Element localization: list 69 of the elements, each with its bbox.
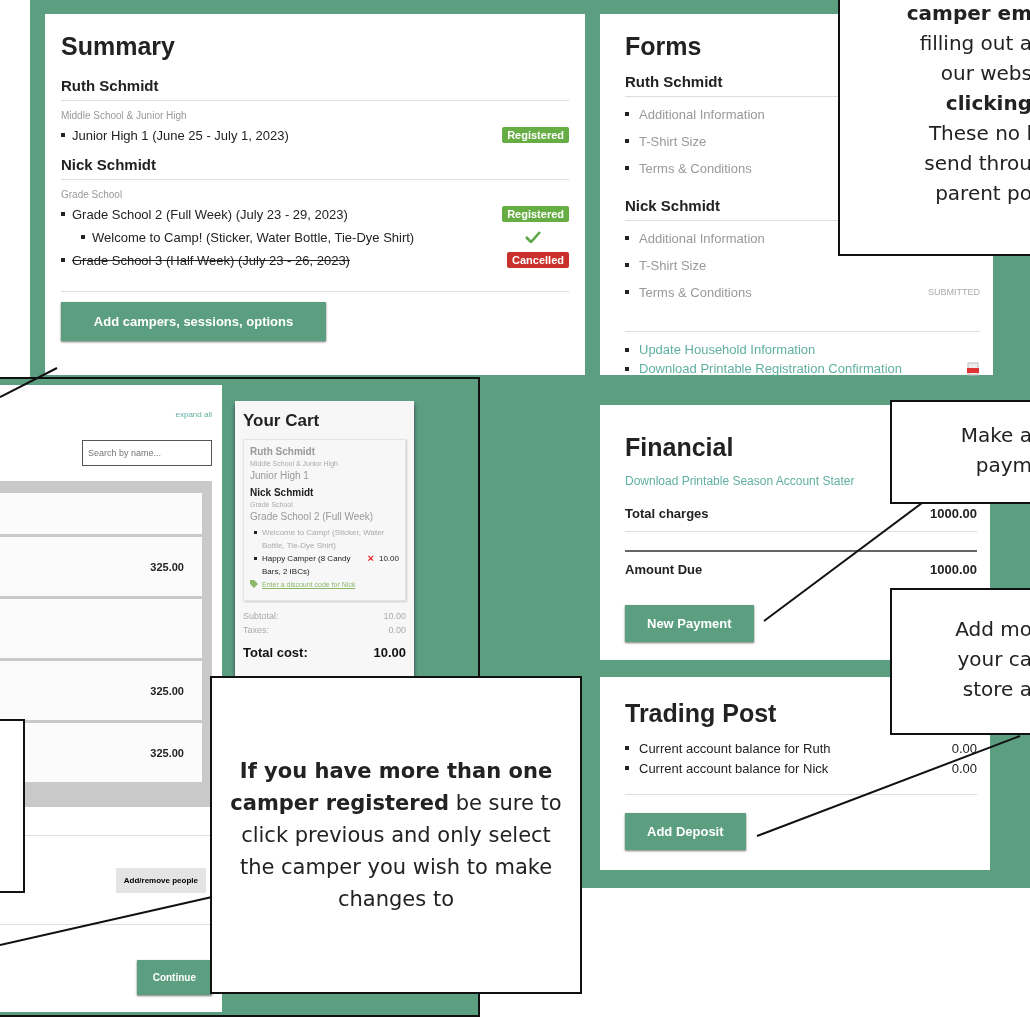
form-link[interactable]: Terms & Conditions xyxy=(639,284,752,300)
cart-item: Happy Camper (8 Candy Bars, 2 IBCs) xyxy=(262,553,352,578)
expand-all-link[interactable]: expand all xyxy=(175,410,212,419)
add-deposit-button[interactable]: Add Deposit xyxy=(625,813,746,850)
continue-button[interactable]: Continue xyxy=(136,960,212,995)
form-link[interactable]: T-Shirt Size xyxy=(639,133,707,149)
status-badge: Cancelled xyxy=(507,252,569,268)
group-label: Middle School & Junior High xyxy=(61,110,188,121)
price: 325.00 xyxy=(150,746,184,759)
card-title: Trading Post xyxy=(625,699,777,728)
total-amount: 10.00 xyxy=(383,611,406,621)
group-label: Grade School xyxy=(61,189,124,200)
item-price: 10.00 xyxy=(378,553,399,565)
total-amount: 10.00 xyxy=(373,645,406,660)
form-link[interactable]: Additional Information xyxy=(639,230,765,246)
callout-text: camper em xyxy=(905,0,1030,27)
callout-text: store a xyxy=(961,676,1030,703)
price: 325.00 xyxy=(150,684,184,697)
new-payment-button[interactable]: New Payment xyxy=(625,605,754,642)
form-link[interactable]: T-Shirt Size xyxy=(639,257,707,273)
camper-name: Nick Schmidt xyxy=(61,156,569,180)
total-label: Total cost: xyxy=(243,645,308,660)
total-label: Taxes: xyxy=(243,625,269,635)
camper-name: Nick Schmidt xyxy=(250,487,315,498)
form-status: SUBMITTED xyxy=(928,287,980,297)
session-name: Junior High 1 xyxy=(250,470,310,481)
add-campers-button[interactable]: Add campers, sessions, options xyxy=(61,302,326,341)
callout-text: filling out a xyxy=(918,30,1030,57)
card-title: Summary xyxy=(61,32,175,61)
remove-icon[interactable]: × xyxy=(367,552,374,564)
callout-text: send throu xyxy=(923,150,1030,177)
tag-icon xyxy=(250,580,258,588)
camper-name: Ruth Schmidt xyxy=(61,77,569,101)
callout-text: If you have more than one camper registered be sure to click previous and only select the camper you wish to make changes to xyxy=(229,758,563,913)
search-field[interactable]: Search by name... xyxy=(82,440,212,466)
balance-label: Current account balance for Ruth xyxy=(639,740,832,756)
option-name: Welcome to Camp! (Sticker, Water Bottle, Tie-Dye Shirt) xyxy=(92,229,416,245)
balance-amount: 0.00 xyxy=(951,740,977,756)
amount: 1000.00 xyxy=(930,506,977,521)
row-label: Amount Due xyxy=(625,562,703,577)
total-label: Subtotal: xyxy=(243,611,279,621)
amount: 1000.00 xyxy=(930,562,977,577)
balance-amount: 0.00 xyxy=(951,760,977,776)
statement-link[interactable]: Download Printable Season Account Stater xyxy=(625,474,855,488)
download-link[interactable]: Update Household Information xyxy=(639,342,980,357)
card-title: Your Cart xyxy=(243,411,321,431)
form-link[interactable]: Additional Information xyxy=(639,106,765,122)
balance-label: Current account balance for Nick xyxy=(639,760,830,776)
callout-text: Make a xyxy=(959,422,1030,449)
download-link[interactable]: Download Printable Registration Confirmation xyxy=(639,361,956,376)
row-label: Total charges xyxy=(625,506,709,521)
form-link[interactable]: Terms & Conditions xyxy=(639,160,752,176)
session-name: Grade School 2 (Full Week) xyxy=(250,511,375,522)
card-title: Financial xyxy=(625,433,734,462)
total-amount: 0.00 xyxy=(388,625,406,635)
status-badge: Registered xyxy=(502,206,569,222)
callout-text: These no l xyxy=(927,120,1030,147)
callout-text: your ca xyxy=(956,646,1030,673)
card-title: Forms xyxy=(625,32,702,61)
session-name: Junior High 1 (June 25 - July 1, 2023) xyxy=(72,127,290,143)
cart-item: Welcome to Camp! (Sticker, Water Bottle, Tie-Dye Shirt) xyxy=(262,527,386,552)
status-badge: Registered xyxy=(502,127,569,143)
callout-text: paym xyxy=(974,452,1030,479)
add-remove-people-button[interactable]: Add/remove people xyxy=(115,867,206,893)
camper-name: Ruth Schmidt xyxy=(250,446,316,457)
price: 325.00 xyxy=(150,560,184,573)
pdf-icon[interactable] xyxy=(966,361,980,376)
session-name: Grade School 3 (Half Week) (July 23 - 26, 2023) xyxy=(72,252,351,268)
session-name: Grade School 2 (Full Week) (July 23 - 29, 2023) xyxy=(72,206,349,222)
